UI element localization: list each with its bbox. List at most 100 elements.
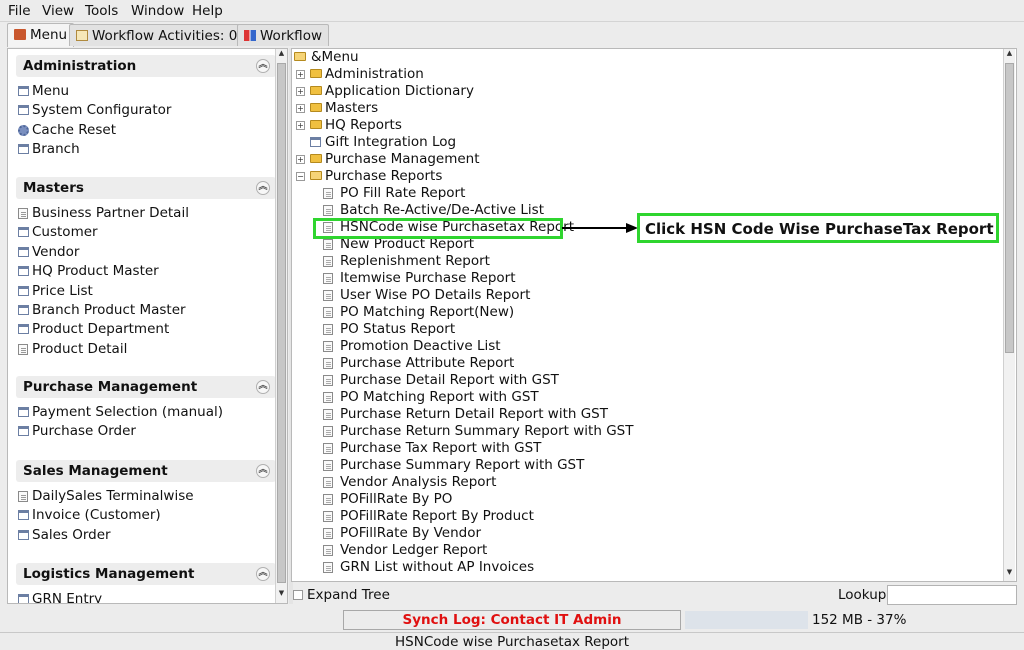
lookup-input[interactable]	[887, 585, 1017, 605]
section-title: Administration	[23, 58, 137, 74]
section-header[interactable]: Sales Management ︽	[16, 460, 276, 482]
window-icon	[18, 529, 29, 540]
sidebar-item-menu[interactable]: Menu	[16, 83, 276, 102]
tree-node-label: PO Matching Report with GST	[340, 389, 539, 405]
sidebar-item-product-detail[interactable]: Product Detail	[16, 341, 276, 360]
menu-tools[interactable]: Tools	[85, 3, 118, 19]
scrollbar-thumb[interactable]	[1005, 63, 1014, 353]
sidebar-item-label: Menu	[32, 83, 70, 99]
window-icon	[18, 105, 29, 116]
sidebar-item-branch-product-master[interactable]: Branch Product Master	[16, 302, 276, 321]
report-icon	[323, 239, 333, 250]
expand-icon[interactable]: +	[296, 70, 305, 79]
folder-icon	[310, 120, 322, 129]
section-header[interactable]: Logistics Management ︽	[16, 563, 276, 585]
collapse-icon[interactable]: ︽	[256, 380, 270, 394]
sidebar-item-sales-order[interactable]: Sales Order	[16, 527, 276, 546]
section-header[interactable]: Purchase Management ︽	[16, 376, 276, 398]
memory-usage: 152 MB - 37%	[812, 612, 907, 628]
sidebar-item-product-department[interactable]: Product Department	[16, 321, 276, 340]
sidebar-item-label: Vendor	[32, 243, 80, 260]
list-icon	[76, 30, 88, 41]
tree-node-label: HQ Reports	[325, 117, 402, 133]
section-header[interactable]: Masters ︽	[16, 177, 276, 199]
sidebar-panel: Administration ︽ Menu System Configurato…	[7, 48, 288, 604]
sidebar-item-label: Purchase Order	[32, 423, 136, 440]
report-icon	[323, 392, 333, 403]
tree-node-label: Replenishment Report	[340, 253, 490, 269]
sidebar-item-grn-entry[interactable]: GRN Entry	[16, 591, 276, 603]
scrollbar-thumb[interactable]	[277, 63, 286, 583]
document-icon	[18, 491, 28, 502]
section-header[interactable]: Administration ︽	[16, 55, 276, 77]
sidebar-item-label: Product Detail	[32, 340, 128, 357]
collapse-icon[interactable]: ︽	[256, 59, 270, 73]
tree-node-label: Application Dictionary	[325, 83, 474, 99]
report-icon	[323, 324, 333, 335]
scroll-down-icon[interactable]: ▼	[276, 589, 287, 601]
folder-icon	[310, 69, 322, 78]
sidebar-item-payment-selection[interactable]: Payment Selection (manual)	[16, 404, 276, 423]
window-icon	[18, 426, 29, 437]
collapse-icon[interactable]: ︽	[256, 181, 270, 195]
tab-bar: Menu Workflow Activities: 0 Workflow	[0, 22, 1024, 47]
expand-icon[interactable]: +	[296, 104, 305, 113]
sidebar-item-dailysales-terminalwise[interactable]: DailySales Terminalwise	[16, 488, 276, 507]
tree-node-label: Itemwise Purchase Report	[340, 270, 516, 286]
report-icon	[323, 426, 333, 437]
sidebar-item-label: Business Partner Detail	[32, 205, 189, 221]
window-icon	[18, 144, 29, 155]
tab-workflow-activities[interactable]: Workflow Activities: 0	[69, 24, 245, 46]
sidebar-item-purchase-order[interactable]: Purchase Order	[16, 423, 276, 442]
tree-node-label: Purchase Reports	[325, 168, 443, 184]
tree-node-label: User Wise PO Details Report	[340, 287, 531, 303]
window-icon	[18, 304, 29, 315]
scroll-down-icon[interactable]: ▼	[1004, 568, 1015, 580]
expand-icon[interactable]: +	[296, 87, 305, 96]
sidebar-item-hq-product-master[interactable]: HQ Product Master	[16, 263, 276, 282]
document-icon	[18, 208, 28, 219]
tree-node-label: POFillRate By PO	[340, 491, 453, 507]
collapse-icon[interactable]: ︽	[256, 464, 270, 478]
section-logistics-management: Logistics Management ︽ GRN Entry	[16, 563, 276, 603]
tab-menu-label: Menu	[30, 27, 68, 43]
sidebar-item-system-configurator[interactable]: System Configurator	[16, 102, 276, 121]
menu-help[interactable]: Help	[192, 3, 223, 19]
tree-scrollbar[interactable]: ▲ ▼	[1003, 49, 1015, 581]
status-bar: Synch Log: Contact IT Admin 152 MB - 37%	[0, 608, 1024, 632]
menu-file[interactable]: File	[8, 3, 31, 19]
selected-item-status: HSNCode wise Purchasetax Report	[0, 632, 1024, 650]
lookup-label: Lookup	[838, 587, 887, 603]
window-icon	[18, 285, 29, 296]
sidebar-item-invoice-customer[interactable]: Invoice (Customer)	[16, 507, 276, 526]
tree-node-label: Purchase Attribute Report	[340, 355, 515, 371]
collapse-icon[interactable]: −	[296, 172, 305, 181]
report-icon	[323, 256, 333, 267]
sidebar-item-business-partner-detail[interactable]: Business Partner Detail	[16, 205, 276, 224]
window-icon	[18, 594, 29, 603]
sidebar-item-vendor[interactable]: Vendor	[16, 244, 276, 263]
expand-icon[interactable]: +	[296, 121, 305, 130]
tab-workflow-activities-label: Workflow Activities: 0	[92, 28, 238, 44]
expand-tree-checkbox[interactable]: Expand Tree	[293, 587, 390, 605]
expand-icon[interactable]: +	[296, 155, 305, 164]
tab-workflow[interactable]: Workflow	[237, 24, 329, 46]
synch-log-button[interactable]: Synch Log: Contact IT Admin	[343, 610, 681, 630]
scroll-up-icon[interactable]: ▲	[276, 49, 287, 61]
menu-view[interactable]: View	[42, 3, 74, 19]
sidebar-item-price-list[interactable]: Price List	[16, 283, 276, 302]
sidebar-item-branch[interactable]: Branch	[16, 141, 276, 160]
menu-window[interactable]: Window	[131, 3, 184, 19]
tree-node-label: Administration	[325, 66, 424, 82]
sidebar-item-label: Branch	[32, 141, 80, 158]
sidebar-item-cache-reset[interactable]: Cache Reset	[16, 122, 276, 141]
report-icon	[323, 528, 333, 539]
report-icon	[323, 273, 333, 284]
tree-node-label: Purchase Tax Report with GST	[340, 440, 542, 456]
checkbox-icon[interactable]	[293, 590, 303, 600]
sidebar-item-customer[interactable]: Customer	[16, 224, 276, 243]
scroll-up-icon[interactable]: ▲	[1004, 49, 1015, 61]
collapse-icon[interactable]: ︽	[256, 567, 270, 581]
sidebar-scrollbar[interactable]: ▲ ▼	[275, 49, 287, 603]
tab-menu[interactable]: Menu	[7, 23, 75, 47]
